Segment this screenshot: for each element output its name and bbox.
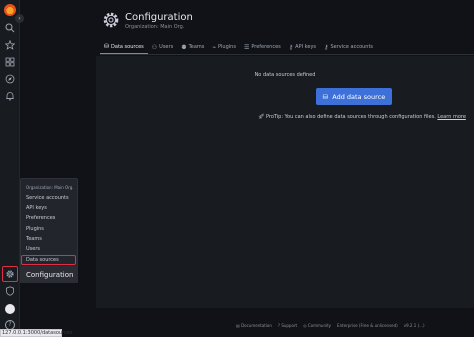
tabs-divider	[100, 54, 474, 55]
browser-status-url: 127.0.0.1:3000/datasources	[0, 329, 73, 337]
flyout-item-teams[interactable]: Teams	[26, 236, 42, 242]
footer-edition: Enterprise (Free & unlicensed)	[337, 323, 398, 328]
tab-label: Teams	[188, 44, 205, 50]
cog-icon	[102, 11, 120, 29]
side-nav: ?	[0, 0, 20, 337]
flyout-org-header: Organization: Main Org.	[26, 185, 74, 190]
star-icon[interactable]	[3, 38, 17, 52]
flyout-footer-configuration[interactable]: Configuration	[20, 266, 78, 283]
flyout-item-service-accounts[interactable]: Service accounts	[26, 195, 69, 201]
tab-label: API keys	[295, 44, 317, 50]
flyout-item-users[interactable]: Users	[26, 246, 40, 252]
flyout-active-highlight	[21, 255, 76, 265]
grafana-logo-icon[interactable]	[4, 4, 16, 16]
key-skeleton-icon: ⚷	[324, 43, 329, 51]
footer-support-link[interactable]: ? Support	[278, 323, 297, 328]
content-card	[96, 56, 474, 308]
search-icon[interactable]	[3, 21, 17, 35]
sliders-icon: ☰	[243, 43, 250, 51]
flyout-item-api-keys[interactable]: API keys	[26, 205, 47, 211]
flyout-item-preferences[interactable]: Preferences	[26, 215, 55, 221]
tab-label: Plugins	[218, 44, 236, 50]
protip-text: ProTip: You can also define data sources…	[265, 114, 436, 120]
tab-service-accounts[interactable]: ⚷ Service accounts	[320, 40, 377, 54]
user-avatar[interactable]	[5, 304, 15, 314]
config-tabs: ⛁ Data sources ⚇ Users ⚉ Teams ⌁ Plugins…	[100, 40, 377, 54]
footer-documentation-link[interactable]: ▤ Documentation	[236, 323, 272, 328]
database-icon: ⛁	[104, 43, 110, 50]
tab-data-sources[interactable]: ⛁ Data sources	[100, 40, 148, 54]
page-footer: ▤ Documentation ? Support ◎ Community En…	[236, 323, 425, 328]
shield-icon[interactable]	[3, 284, 17, 298]
tab-teams[interactable]: ⚉ Teams	[177, 40, 208, 54]
plug-icon: ⌁	[212, 43, 217, 51]
rocket-icon: 🚀︎	[258, 114, 265, 120]
configuration-nav-highlight	[2, 266, 18, 282]
bell-icon[interactable]	[3, 89, 17, 103]
tab-plugins[interactable]: ⌁ Plugins	[208, 40, 240, 54]
page-title: Configuration	[125, 12, 193, 23]
tab-users[interactable]: ⚇ Users	[148, 40, 177, 54]
dashboards-icon[interactable]	[3, 55, 17, 69]
database-icon: ⛁	[322, 92, 329, 101]
tab-preferences[interactable]: ☰ Preferences	[240, 40, 285, 54]
key-icon: ⚷	[288, 43, 294, 51]
explore-compass-icon[interactable]	[3, 72, 17, 86]
tab-label: Service accounts	[330, 44, 374, 50]
tab-label: Preferences	[251, 44, 281, 50]
footer-community-link[interactable]: ◎ Community	[303, 323, 331, 328]
users-icon: ⚉	[181, 43, 187, 51]
tab-api-keys[interactable]: ⚷ API keys	[285, 40, 320, 54]
learn-more-link[interactable]: Learn more	[437, 114, 466, 120]
expand-menu-chevron-icon[interactable]: ›	[15, 14, 24, 23]
empty-state-title: No data sources defined	[254, 72, 316, 78]
add-data-source-button[interactable]: ⛁ Add data source	[316, 88, 392, 105]
tab-label: Data sources	[111, 43, 144, 50]
protip: 🚀︎ ProTip: You can also define data sour…	[258, 114, 466, 120]
flyout-item-plugins[interactable]: Plugins	[26, 226, 44, 232]
add-data-source-label: Add data source	[332, 92, 386, 101]
page-subtitle: Organization: Main Org.	[125, 24, 185, 30]
footer-version: v9.2.1 (...)	[403, 323, 425, 328]
user-icon: ⚇	[151, 43, 158, 51]
tab-label: Users	[159, 44, 174, 50]
